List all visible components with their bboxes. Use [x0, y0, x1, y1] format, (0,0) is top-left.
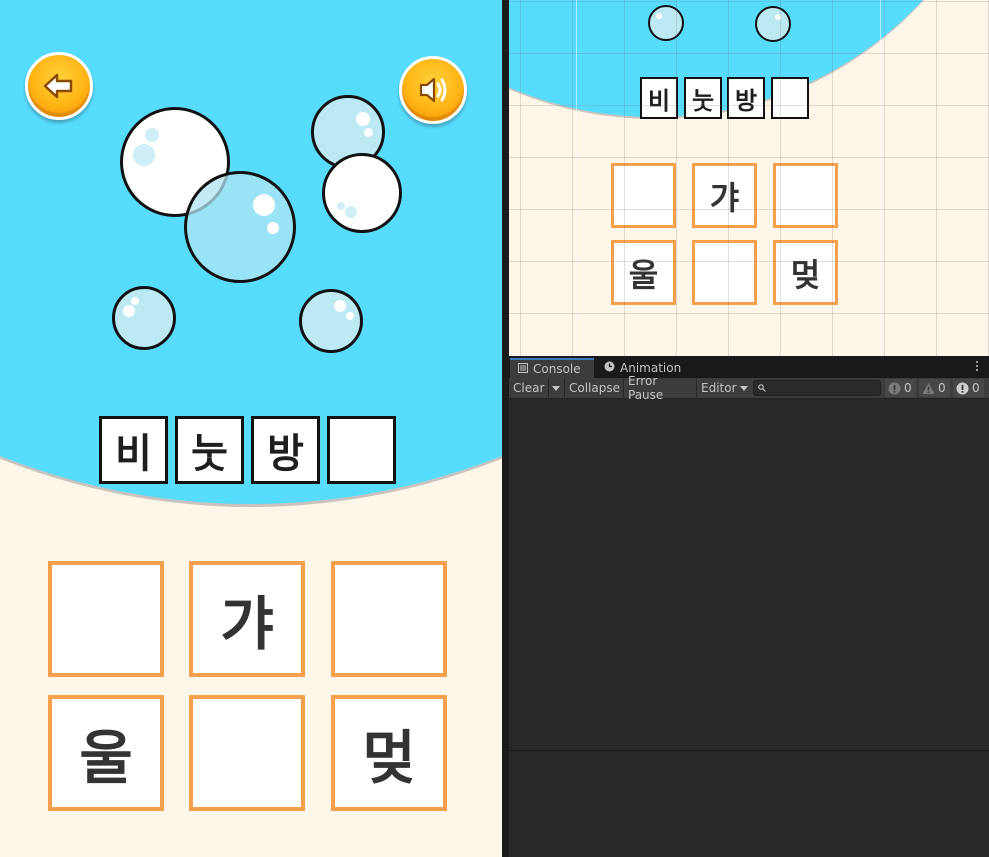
console-panel: Console Animation Clear Collapse Error P… [509, 357, 989, 857]
word-tile: 눗 [175, 416, 244, 484]
answer-tile[interactable] [773, 163, 838, 228]
tab-console[interactable]: Console [510, 358, 594, 378]
bubble[interactable] [184, 171, 296, 283]
word-tile: 방 [251, 416, 320, 484]
back-arrow-icon [43, 73, 73, 99]
editor-dropdown[interactable]: Editor [697, 379, 749, 397]
info-count-toggle[interactable]: 0 [885, 379, 916, 397]
back-button[interactable] [25, 52, 93, 120]
answer-tile[interactable]: 울 [611, 240, 676, 305]
editor-dropdown-label: Editor [701, 381, 737, 395]
error-count: 0 [972, 381, 980, 395]
word-tile-blank [771, 77, 809, 119]
bubble[interactable] [299, 289, 363, 353]
bubble[interactable] [648, 5, 684, 41]
answer-tile[interactable]: 멎 [773, 240, 838, 305]
answer-tile[interactable] [48, 561, 164, 677]
error-pause-button[interactable]: Error Pause [624, 374, 696, 402]
warning-count-toggle[interactable]: 0 [919, 379, 950, 397]
error-icon [956, 382, 969, 395]
word-tile: 비 [640, 77, 678, 119]
warning-count: 0 [938, 381, 946, 395]
info-icon [888, 382, 901, 395]
error-count-toggle[interactable]: 0 [953, 379, 984, 397]
tab-console-label: Console [533, 362, 581, 376]
panel-divider[interactable] [502, 0, 509, 857]
answer-tile[interactable] [331, 561, 447, 677]
answer-tile[interactable]: 멎 [331, 695, 447, 811]
search-icon [758, 384, 766, 392]
chevron-down-icon [552, 385, 560, 391]
chevron-down-icon [739, 385, 748, 391]
warning-icon [922, 382, 935, 395]
more-options-icon[interactable] [975, 361, 979, 373]
bubble[interactable] [755, 6, 791, 42]
scene-view[interactable]: 비 눗 방 갸 울 멎 [509, 0, 989, 356]
game-view: 비 눗 방 갸 울 멎 [0, 0, 502, 857]
answer-tile[interactable]: 갸 [189, 561, 305, 677]
word-tile-blank [327, 416, 396, 484]
collapse-button[interactable]: Collapse [565, 379, 623, 397]
sound-button[interactable] [399, 56, 467, 124]
console-detail-pane[interactable] [509, 751, 989, 857]
console-search-input[interactable] [753, 380, 881, 396]
answer-tile[interactable] [611, 163, 676, 228]
console-toolbar: Clear Collapse Error Pause Editor 0 0 0 [509, 374, 989, 402]
answer-tile[interactable] [189, 695, 305, 811]
tab-animation-label: Animation [620, 361, 682, 375]
answer-tile[interactable]: 갸 [692, 163, 757, 228]
clear-options-dropdown[interactable] [549, 379, 563, 397]
clock-icon [604, 361, 615, 375]
console-log-list[interactable] [509, 400, 989, 750]
bubble[interactable] [322, 153, 402, 233]
answer-tile[interactable] [692, 240, 757, 305]
console-icon [518, 362, 528, 376]
info-count: 0 [904, 381, 912, 395]
word-tile: 방 [727, 77, 765, 119]
bubble[interactable] [112, 286, 176, 350]
word-tile: 비 [99, 416, 168, 484]
word-tile: 눗 [684, 77, 722, 119]
answer-tile[interactable]: 울 [48, 695, 164, 811]
speaker-icon [419, 77, 447, 103]
tab-bar: Console Animation [509, 358, 989, 378]
clear-button[interactable]: Clear [509, 379, 548, 397]
